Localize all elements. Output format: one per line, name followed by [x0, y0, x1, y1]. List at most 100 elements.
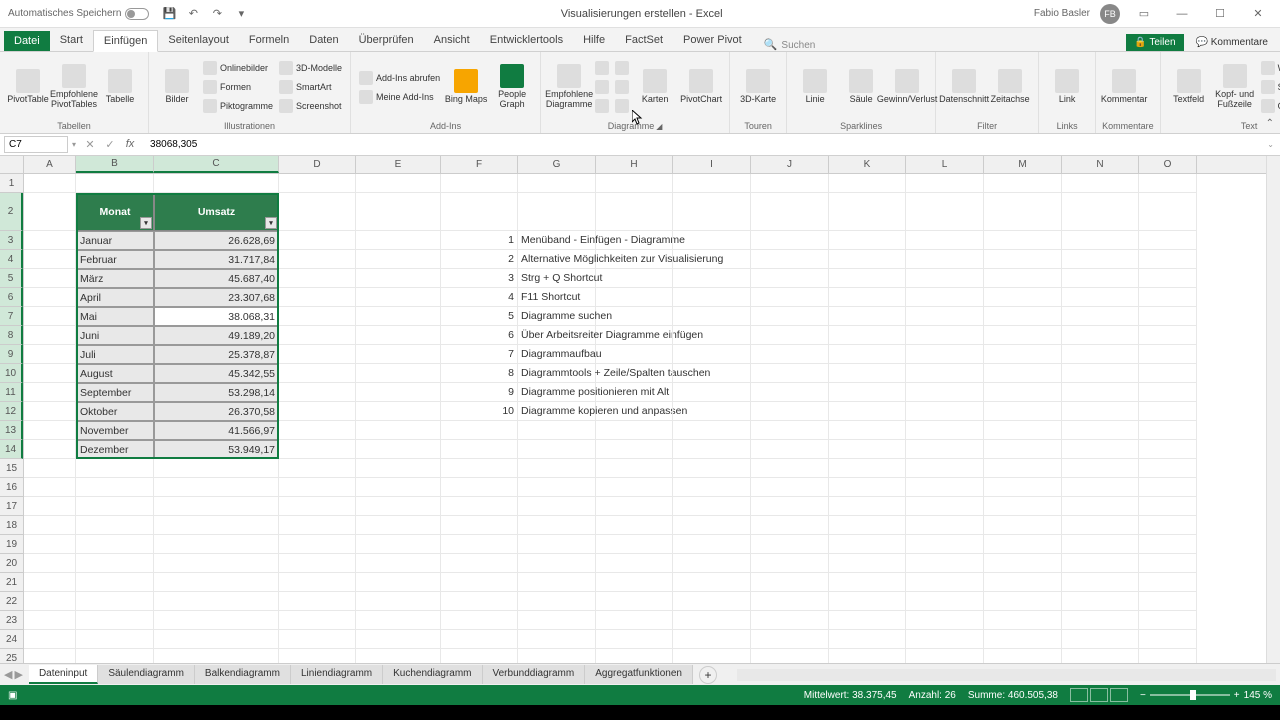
worksheet-grid[interactable]: ABCDEFGHIJKLMNO 123456789101112131415161…: [0, 156, 1280, 663]
cell-C11[interactable]: 53.298,14: [154, 383, 279, 402]
cancel-formula-icon[interactable]: ✕: [82, 138, 98, 151]
cell-F7[interactable]: 5: [441, 307, 518, 326]
cell-M21[interactable]: [984, 573, 1062, 592]
cell-A3[interactable]: [24, 231, 76, 250]
row-header-9[interactable]: 9: [0, 345, 23, 364]
cell-G23[interactable]: [518, 611, 596, 630]
cell-F10[interactable]: 8: [441, 364, 518, 383]
cell-N4[interactable]: [1062, 250, 1139, 269]
cell-F4[interactable]: 2: [441, 250, 518, 269]
cell-O21[interactable]: [1139, 573, 1197, 592]
cell-F13[interactable]: [441, 421, 518, 440]
cell-L5[interactable]: [906, 269, 984, 288]
cell-D21[interactable]: [279, 573, 356, 592]
people-graph-button[interactable]: People Graph: [490, 57, 534, 117]
cell-M16[interactable]: [984, 478, 1062, 497]
cell-D7[interactable]: [279, 307, 356, 326]
cell-F20[interactable]: [441, 554, 518, 573]
cell-C2[interactable]: Umsatz▾: [154, 193, 279, 231]
cell-O8[interactable]: [1139, 326, 1197, 345]
cell-E13[interactable]: [356, 421, 441, 440]
row-header-19[interactable]: 19: [0, 535, 23, 554]
cell-G1[interactable]: [518, 174, 596, 193]
cell-M25[interactable]: [984, 649, 1062, 663]
cell-D20[interactable]: [279, 554, 356, 573]
cell-F17[interactable]: [441, 497, 518, 516]
cell-N1[interactable]: [1062, 174, 1139, 193]
cell-I18[interactable]: [673, 516, 751, 535]
cell-M18[interactable]: [984, 516, 1062, 535]
cell-K6[interactable]: [829, 288, 906, 307]
timeline-button[interactable]: Zeitachse: [988, 57, 1032, 117]
cell-B18[interactable]: [76, 516, 154, 535]
cell-O20[interactable]: [1139, 554, 1197, 573]
cell-K24[interactable]: [829, 630, 906, 649]
cell-J4[interactable]: [751, 250, 829, 269]
cell-K14[interactable]: [829, 440, 906, 459]
cell-A13[interactable]: [24, 421, 76, 440]
cell-I11[interactable]: [673, 383, 751, 402]
cell-D4[interactable]: [279, 250, 356, 269]
cell-O3[interactable]: [1139, 231, 1197, 250]
cell-A16[interactable]: [24, 478, 76, 497]
cell-M24[interactable]: [984, 630, 1062, 649]
cell-G4[interactable]: Alternative Möglichkeiten zur Visualisie…: [518, 250, 596, 269]
cell-B20[interactable]: [76, 554, 154, 573]
wordart-button[interactable]: WordArt: [1259, 59, 1280, 77]
cell-I5[interactable]: [673, 269, 751, 288]
cell-O17[interactable]: [1139, 497, 1197, 516]
cell-O24[interactable]: [1139, 630, 1197, 649]
cell-G24[interactable]: [518, 630, 596, 649]
cell-C4[interactable]: 31.717,84: [154, 250, 279, 269]
row-header-11[interactable]: 11: [0, 383, 23, 402]
cell-C6[interactable]: 23.307,68: [154, 288, 279, 307]
cell-L10[interactable]: [906, 364, 984, 383]
row-header-17[interactable]: 17: [0, 497, 23, 516]
cell-C9[interactable]: 25.378,87: [154, 345, 279, 364]
cell-E21[interactable]: [356, 573, 441, 592]
cell-N19[interactable]: [1062, 535, 1139, 554]
col-header-I[interactable]: I: [673, 156, 751, 173]
cell-K21[interactable]: [829, 573, 906, 592]
cell-H6[interactable]: [596, 288, 673, 307]
cell-F23[interactable]: [441, 611, 518, 630]
cell-I13[interactable]: [673, 421, 751, 440]
tab-überprüfen[interactable]: Überprüfen: [349, 30, 424, 51]
row-header-12[interactable]: 12: [0, 402, 23, 421]
cell-F25[interactable]: [441, 649, 518, 663]
cell-I12[interactable]: [673, 402, 751, 421]
cell-M3[interactable]: [984, 231, 1062, 250]
tab-power pivot[interactable]: Power Pivot: [673, 30, 752, 51]
cell-M11[interactable]: [984, 383, 1062, 402]
cell-J18[interactable]: [751, 516, 829, 535]
cell-L2[interactable]: [906, 193, 984, 231]
my-addins-button[interactable]: Meine Add-Ins: [357, 88, 442, 106]
cell-A11[interactable]: [24, 383, 76, 402]
qat-more-icon[interactable]: ▾: [233, 6, 249, 22]
row-header-16[interactable]: 16: [0, 478, 23, 497]
cell-I14[interactable]: [673, 440, 751, 459]
cell-D9[interactable]: [279, 345, 356, 364]
cell-D22[interactable]: [279, 592, 356, 611]
cell-M8[interactable]: [984, 326, 1062, 345]
cell-G12[interactable]: Diagramme kopieren und anpassen: [518, 402, 596, 421]
cell-B4[interactable]: Februar: [76, 250, 154, 269]
cell-J9[interactable]: [751, 345, 829, 364]
cell-C10[interactable]: 45.342,55: [154, 364, 279, 383]
cell-E9[interactable]: [356, 345, 441, 364]
select-all-corner[interactable]: [0, 156, 24, 174]
cell-C21[interactable]: [154, 573, 279, 592]
cell-E11[interactable]: [356, 383, 441, 402]
smartart-button[interactable]: SmartArt: [277, 78, 344, 96]
row-header-3[interactable]: 3: [0, 231, 23, 250]
cell-B2[interactable]: Monat▾: [76, 193, 154, 231]
shapes-button[interactable]: Formen: [201, 78, 275, 96]
tab-entwicklertools[interactable]: Entwicklertools: [480, 30, 573, 51]
row-header-14[interactable]: 14: [0, 440, 23, 459]
cell-O4[interactable]: [1139, 250, 1197, 269]
cell-H9[interactable]: [596, 345, 673, 364]
row-headers[interactable]: 1234567891011121314151617181920212223242…: [0, 174, 24, 663]
cell-F16[interactable]: [441, 478, 518, 497]
cell-L17[interactable]: [906, 497, 984, 516]
zoom-slider[interactable]: [1150, 694, 1230, 696]
